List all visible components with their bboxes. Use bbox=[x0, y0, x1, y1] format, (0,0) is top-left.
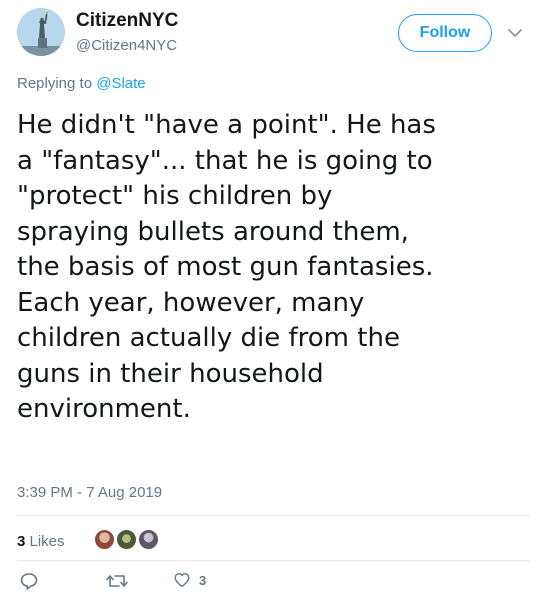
liker-avatar[interactable] bbox=[116, 529, 137, 550]
divider bbox=[17, 515, 530, 516]
replying-to-label: Replying to bbox=[17, 75, 97, 92]
statue-of-liberty-icon bbox=[17, 8, 65, 56]
heart-icon bbox=[174, 572, 190, 588]
replying-to: Replying to @Slate bbox=[17, 75, 146, 92]
like-count: 3 bbox=[199, 572, 207, 588]
chevron-down-icon[interactable] bbox=[507, 27, 523, 39]
tweet-actions: 3 bbox=[17, 571, 527, 595]
divider bbox=[17, 560, 530, 561]
retweet-button[interactable] bbox=[106, 571, 128, 591]
user-display-name[interactable]: CitizenNYC bbox=[76, 10, 178, 32]
user-avatar[interactable] bbox=[17, 8, 65, 56]
liker-avatar[interactable] bbox=[94, 529, 115, 550]
tweet-text: He didn't "have a point". He has a "fant… bbox=[17, 110, 436, 424]
tweet-timestamp[interactable]: 3:39 PM - 7 Aug 2019 bbox=[17, 484, 162, 501]
likes-row: 3 Likes bbox=[17, 525, 527, 555]
reply-target-link[interactable]: @Slate bbox=[96, 75, 145, 92]
reply-button[interactable] bbox=[19, 571, 39, 591]
retweet-icon bbox=[106, 575, 128, 587]
user-handle[interactable]: @Citizen4NYC bbox=[76, 37, 177, 54]
likes-stat[interactable]: 3 Likes bbox=[17, 533, 65, 550]
liker-avatar[interactable] bbox=[138, 529, 159, 550]
reply-icon bbox=[20, 573, 38, 590]
follow-button[interactable]: Follow bbox=[398, 14, 492, 52]
tweet-header: CitizenNYC @Citizen4NYC Follow bbox=[17, 8, 527, 64]
like-button[interactable]: 3 bbox=[173, 571, 206, 589]
likes-label: Likes bbox=[25, 533, 65, 550]
